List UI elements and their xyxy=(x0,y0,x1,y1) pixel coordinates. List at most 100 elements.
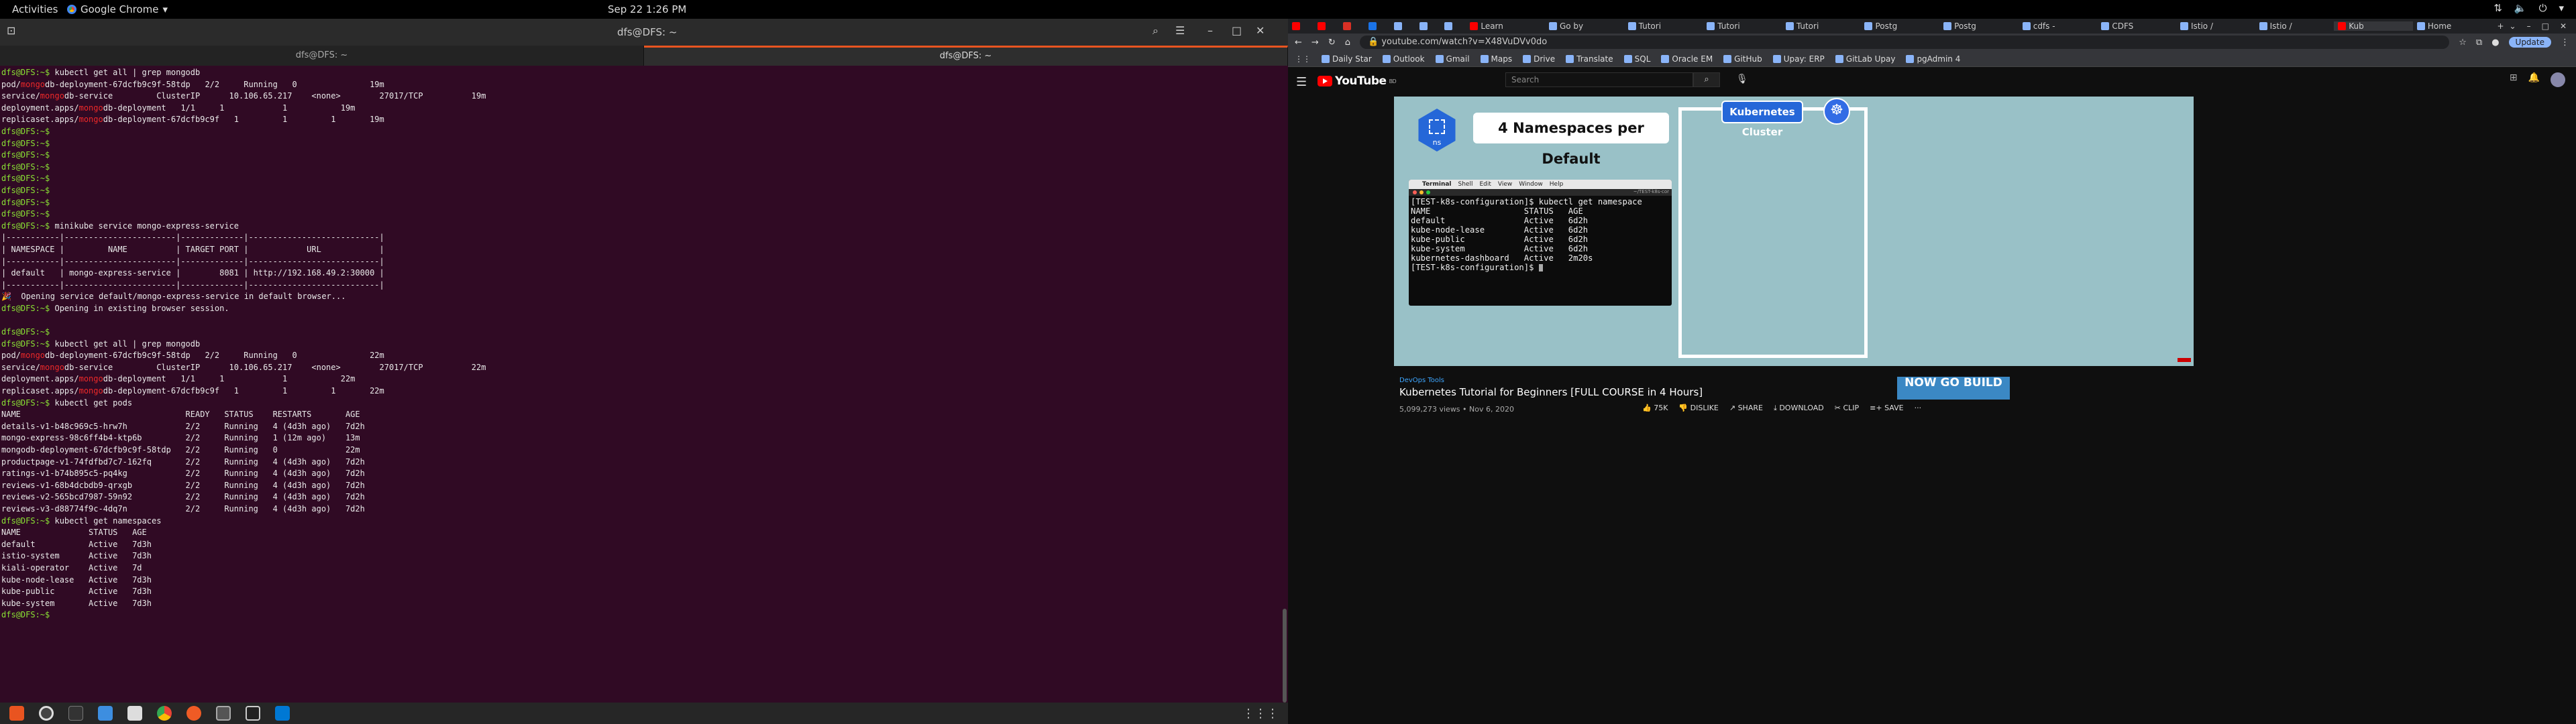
tab-search-icon[interactable]: ⌄ xyxy=(2510,21,2516,31)
browser-tab[interactable] xyxy=(1313,22,1339,30)
browser-tab[interactable] xyxy=(1288,22,1313,30)
kubernetes-wheel-icon: ☸ xyxy=(1823,98,1850,125)
youtube-region: BD xyxy=(1389,78,1397,84)
terminal-tab-2[interactable]: dfs@DFS: ~ xyxy=(644,46,1288,66)
close-icon[interactable]: ✕ xyxy=(2560,21,2567,31)
postman-icon[interactable] xyxy=(186,706,201,721)
browser-tab[interactable]: Istio / xyxy=(2255,21,2334,31)
vscode-icon[interactable] xyxy=(275,706,290,721)
search-input[interactable]: Search xyxy=(1505,72,1693,87)
minimize-icon[interactable]: – xyxy=(2527,21,2531,31)
browser-tab[interactable] xyxy=(1415,22,1441,30)
kebab-menu-icon[interactable]: ⋮ xyxy=(2561,38,2569,48)
profile-icon[interactable]: ● xyxy=(2491,38,2499,48)
browser-tab[interactable] xyxy=(1364,22,1390,30)
download-button[interactable]: ⤓ DOWNLOAD xyxy=(1774,404,1824,413)
system-tray[interactable]: ⇅ 🔈 ⏻ ▾ xyxy=(2493,2,2564,14)
files-icon[interactable] xyxy=(127,706,142,721)
create-video-icon[interactable]: ⊞ xyxy=(2510,72,2518,87)
save-button[interactable]: ≡+ SAVE xyxy=(1870,404,1903,413)
terminal-line: ratings-v1-b74b895c5-pq4kg 2/2 Running 4… xyxy=(1,469,365,479)
url-input[interactable]: 🔒 youtube.com/watch?v=X48VuDVv0do xyxy=(1359,36,2450,49)
bookmark-item[interactable]: Translate xyxy=(1566,54,1613,64)
browser-tab[interactable] xyxy=(1339,22,1364,30)
minimize-icon[interactable]: – xyxy=(1208,24,1213,37)
video-player[interactable]: ns 4 Namespaces per Default Kubernetes C… xyxy=(1394,97,2194,366)
new-tab-icon[interactable]: ⊡ xyxy=(7,24,15,37)
terminal-line: NAME STATUS AGE xyxy=(1,528,147,538)
bookmark-item[interactable]: Daily Star xyxy=(1322,54,1372,64)
misc-favicon-icon xyxy=(1444,22,1453,30)
maximize-icon[interactable]: □ xyxy=(1232,24,1242,37)
browser-tab[interactable]: Postg xyxy=(1860,21,1939,31)
clock[interactable]: Sep 22 1:26 PM xyxy=(608,3,686,15)
chrome-icon[interactable] xyxy=(157,706,172,721)
search-icon[interactable]: ⌕ xyxy=(1152,24,1159,38)
bookmark-item[interactable]: Maps xyxy=(1480,54,1512,64)
back-icon[interactable]: ← xyxy=(1295,38,1302,48)
browser-tab[interactable]: cdfs - xyxy=(2019,21,2098,31)
close-icon[interactable]: ✕ xyxy=(1256,24,1265,37)
bookmark-item[interactable]: SQL xyxy=(1623,54,1650,64)
app-menu[interactable]: Google Chrome ▾ xyxy=(67,3,168,15)
ubuntu-software-icon[interactable] xyxy=(9,706,24,721)
new-tab-button[interactable]: + xyxy=(2491,21,2509,31)
notifications-icon[interactable]: 🔔 xyxy=(2528,72,2540,87)
terminal-icon[interactable] xyxy=(68,706,83,721)
terminal-output[interactable]: dfs@DFS:~$ kubectl get all | grep mongod… xyxy=(0,66,1288,621)
sidebar-ad[interactable]: NOW GO BUILD xyxy=(1897,377,2010,400)
browser-tab[interactable]: Istio / xyxy=(2176,21,2255,31)
like-button[interactable]: 👍 75K xyxy=(1642,404,1668,413)
extensions-icon[interactable]: ⧉ xyxy=(2476,38,2482,48)
youtube-page: ☰ YouTube BD Search ⌕ 🎙 ⊞ 🔔 ns 4 Namespa… xyxy=(1288,67,2576,724)
text-editor-icon[interactable] xyxy=(98,706,113,721)
share-button[interactable]: ↗ SHARE xyxy=(1729,404,1763,413)
forward-icon[interactable]: → xyxy=(1311,38,1319,48)
maximize-icon[interactable]: □ xyxy=(2542,21,2549,31)
browser-tab[interactable]: Tutori xyxy=(1703,21,1782,31)
dislike-button[interactable]: 👎 DISLIKE xyxy=(1678,404,1718,413)
apps-grid-icon[interactable]: ⋮⋮ xyxy=(1295,54,1311,64)
star-icon[interactable]: ☆ xyxy=(2459,38,2467,48)
terminal-line: details-v1-b48c969c5-hrw7h 2/2 Running 4… xyxy=(1,421,365,431)
bookmark-item[interactable]: GitHub xyxy=(1723,54,1762,64)
bookmark-item[interactable]: Oracle EM xyxy=(1661,54,1713,64)
disk-usage-icon[interactable] xyxy=(39,706,54,721)
more-actions-button[interactable]: ··· xyxy=(1915,404,1922,413)
browser-tab[interactable] xyxy=(1440,22,1466,30)
bookmark-item[interactable]: pgAdmin 4 xyxy=(1906,54,1960,64)
clip-button[interactable]: ✂ CLIP xyxy=(1835,404,1859,413)
home-icon[interactable]: ⌂ xyxy=(1345,38,1350,48)
terminal-window[interactable]: ⊡ dfs@DFS: ~ ⌕ ☰ – □ ✕ dfs@DFS: ~ dfs@DF… xyxy=(0,19,1288,703)
bookmark-item[interactable]: Gmail xyxy=(1435,54,1470,64)
avatar[interactable] xyxy=(2551,72,2565,87)
hamburger-menu-icon[interactable]: ☰ xyxy=(1175,24,1185,37)
screenshot-icon[interactable] xyxy=(216,706,231,721)
browser-tab[interactable]: Kub xyxy=(2334,21,2413,31)
search-button[interactable]: ⌕ xyxy=(1693,72,1720,87)
bookmark-item[interactable]: Upay: ERP xyxy=(1772,54,1825,64)
browser-tab[interactable]: Tutori xyxy=(1782,21,1861,31)
hamburger-menu-icon[interactable]: ☰ xyxy=(1296,75,1307,89)
browser-tab[interactable]: CDFS xyxy=(2097,21,2176,31)
browser-tab[interactable]: Postg xyxy=(1939,21,2019,31)
video-terminal-line: kube-node-lease Active 6d2h xyxy=(1411,225,1589,235)
bookmark-item[interactable]: GitLab Upay xyxy=(1835,54,1895,64)
browser-tab[interactable]: Learn xyxy=(1466,21,1545,31)
bookmark-item[interactable]: Outlook xyxy=(1382,54,1425,64)
terminal-scrollbar[interactable] xyxy=(1283,609,1287,703)
terminal-line: dfs@DFS:~$ minikube service mongo-expres… xyxy=(1,221,239,231)
browser-tab[interactable] xyxy=(1390,22,1415,30)
activities-button[interactable]: Activities xyxy=(12,3,58,15)
microphone-icon[interactable]: 🎙 xyxy=(1736,74,1748,84)
vim-icon[interactable] xyxy=(246,706,260,721)
browser-tab[interactable]: Go by xyxy=(1545,21,1624,31)
youtube-logo[interactable]: YouTube BD xyxy=(1318,74,1397,88)
terminal-tab-1[interactable]: dfs@DFS: ~ xyxy=(0,46,644,66)
reload-icon[interactable]: ↻ xyxy=(1328,38,1336,48)
update-button[interactable]: Update xyxy=(2508,37,2551,48)
browser-tab[interactable]: Tutori xyxy=(1624,21,1703,31)
bookmark-item[interactable]: Drive xyxy=(1523,54,1555,64)
app-grid-icon[interactable]: ⋮⋮⋮ xyxy=(1242,707,1279,721)
browser-tab[interactable]: Home xyxy=(2413,21,2492,31)
